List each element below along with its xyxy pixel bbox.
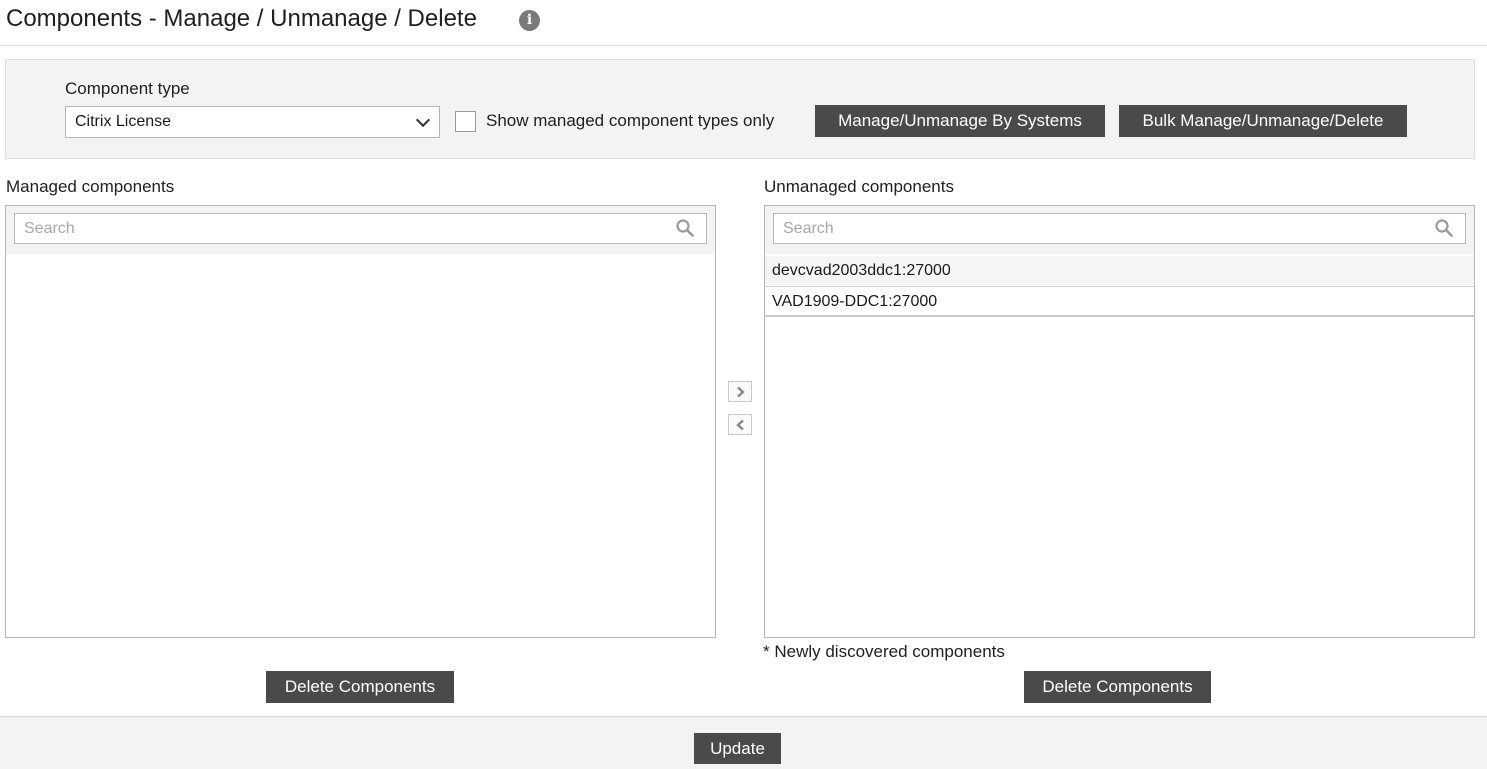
move-left-button[interactable] (728, 414, 752, 435)
component-type-value: Citrix License (75, 113, 172, 130)
delete-managed-components-button[interactable]: Delete Components (266, 671, 454, 703)
list-item[interactable]: devcvad2003ddc1:27000 (765, 256, 1474, 285)
unmanaged-search-area (765, 206, 1474, 254)
managed-components-label: Managed components (6, 177, 175, 196)
list-item[interactable]: VAD1909-DDC1:27000 (765, 286, 1474, 317)
managed-components-list[interactable] (5, 205, 716, 638)
search-icon[interactable] (676, 219, 694, 237)
show-managed-only-checkbox[interactable] (455, 111, 476, 132)
filter-panel: Component type Citrix License Show manag… (5, 59, 1475, 159)
title-bar: Components - Manage / Unmanage / Delete … (0, 0, 1487, 46)
delete-unmanaged-components-button[interactable]: Delete Components (1024, 671, 1211, 703)
page-title: Components - Manage / Unmanage / Delete (6, 5, 477, 32)
page: Components - Manage / Unmanage / Delete … (0, 0, 1487, 769)
bulk-manage-button[interactable]: Bulk Manage/Unmanage/Delete (1119, 105, 1407, 137)
unmanaged-components-list[interactable]: devcvad2003ddc1:27000 VAD1909-DDC1:27000 (764, 205, 1475, 638)
managed-search-box[interactable] (14, 213, 707, 244)
search-icon[interactable] (1435, 219, 1453, 237)
managed-search-area (6, 206, 715, 254)
chevron-right-icon (737, 386, 745, 398)
component-type-select[interactable]: Citrix License (65, 106, 440, 138)
info-icon[interactable]: i (519, 10, 540, 31)
unmanaged-components-label: Unmanaged components (764, 177, 954, 196)
update-button[interactable]: Update (694, 733, 781, 764)
component-type-label: Component type (65, 79, 190, 98)
chevron-left-icon (736, 419, 744, 431)
move-right-button[interactable] (728, 381, 752, 402)
unmanaged-search-box[interactable] (773, 213, 1466, 244)
manage-by-systems-button[interactable]: Manage/Unmanage By Systems (815, 105, 1105, 137)
footer: Update (0, 716, 1487, 769)
show-managed-only-label[interactable]: Show managed component types only (486, 111, 774, 131)
managed-search-input[interactable] (15, 214, 706, 243)
newly-discovered-note: * Newly discovered components (763, 642, 1005, 661)
unmanaged-search-input[interactable] (774, 214, 1465, 243)
chevron-down-icon (415, 112, 431, 128)
